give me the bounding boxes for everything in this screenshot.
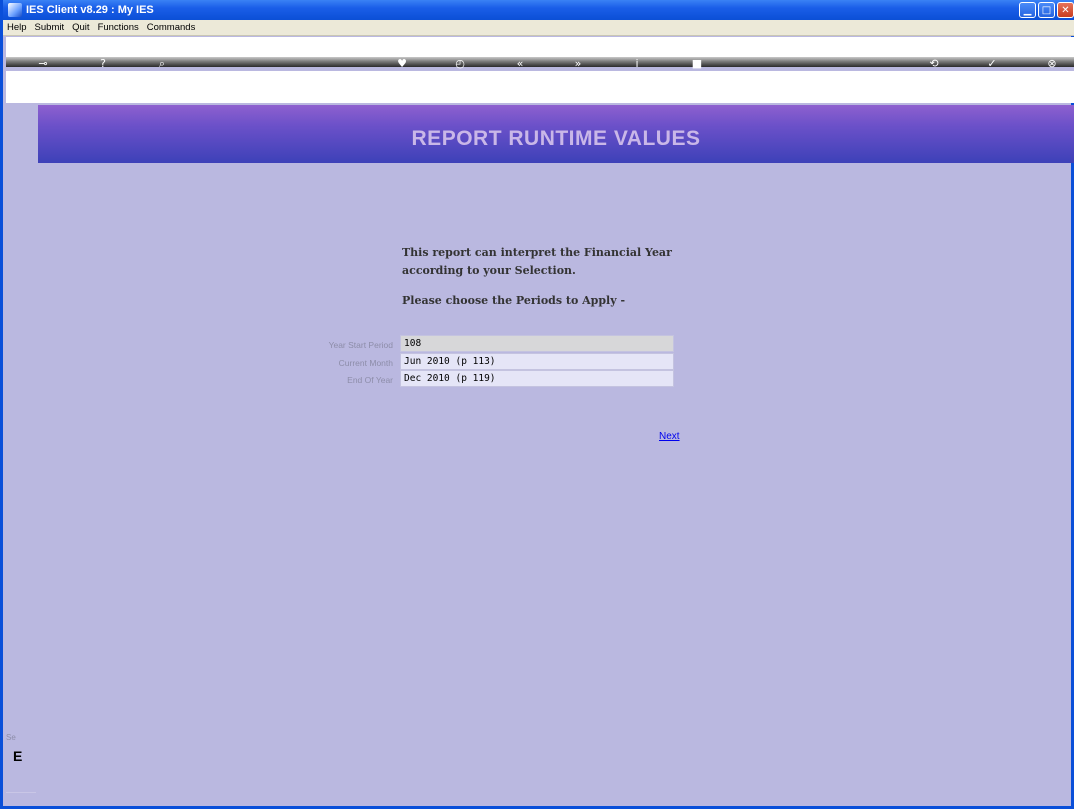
close-window-button[interactable]: ✕ <box>1057 2 1074 18</box>
end-of-year-field[interactable]: Dec 2010 (p 119) <box>400 370 674 387</box>
menu-bar: Help Submit Quit Functions Commands <box>3 20 1074 36</box>
app-icon <box>8 3 22 17</box>
title-bar[interactable]: IES Client v8.29 : My IES ▁ □ ✕ <box>3 0 1074 20</box>
fastforward-icon[interactable]: » <box>569 58 587 70</box>
check-icon[interactable]: ✓ <box>983 58 1001 70</box>
rewind-icon[interactable]: « <box>511 58 529 70</box>
side-divider <box>6 792 36 793</box>
year-start-period-field[interactable]: 108 <box>400 335 674 352</box>
clock-icon[interactable]: ◴ <box>451 58 469 70</box>
search-icon[interactable]: ⌕ <box>153 58 171 70</box>
toolbar: ⊸ ? ⌕ ♥ ◴ « » ⅰ ■ ⟲ ✓ ⊗ <box>6 37 1074 103</box>
help-icon[interactable]: ? <box>94 58 112 70</box>
cancel-icon[interactable]: ⊗ <box>1043 58 1061 70</box>
intro-line-1: This report can interpret the Financial … <box>402 246 672 259</box>
year-start-period-label: Year Start Period <box>328 340 393 350</box>
page-title: REPORT RUNTIME VALUES <box>411 127 701 150</box>
menu-submit[interactable]: Submit <box>35 22 65 33</box>
menu-quit[interactable]: Quit <box>72 22 89 33</box>
intro-line-2: according to your Selection. <box>402 264 576 277</box>
current-month-field[interactable]: Jun 2010 (p 113) <box>400 353 674 370</box>
current-month-label: Current Month <box>338 358 393 368</box>
end-of-year-label: End Of Year <box>347 375 393 385</box>
app-window: IES Client v8.29 : My IES ▁ □ ✕ Help Sub… <box>0 0 1074 809</box>
sync-icon[interactable]: ⟲ <box>925 58 943 70</box>
prompt-text: Please choose the Periods to Apply - <box>402 294 626 307</box>
page-banner: REPORT RUNTIME VALUES <box>38 105 1074 163</box>
next-link[interactable]: Next <box>659 431 680 442</box>
menu-help[interactable]: Help <box>7 22 27 33</box>
maximize-button[interactable]: □ <box>1038 2 1055 18</box>
window-controls: ▁ □ ✕ <box>1019 2 1074 18</box>
stop-icon[interactable]: ■ <box>688 58 706 70</box>
window-title: IES Client v8.29 : My IES <box>26 4 154 16</box>
side-text-fragment-2: E <box>13 748 23 764</box>
info-icon[interactable]: ⅰ <box>628 58 646 70</box>
menu-functions[interactable]: Functions <box>98 22 139 33</box>
heart-icon[interactable]: ♥ <box>393 58 411 70</box>
intro-text: This report can interpret the Financial … <box>402 244 672 280</box>
key-icon[interactable]: ⊸ <box>34 58 52 70</box>
minimize-button[interactable]: ▁ <box>1019 2 1036 18</box>
side-text-fragment: Se <box>6 733 16 742</box>
menu-commands[interactable]: Commands <box>147 22 196 33</box>
